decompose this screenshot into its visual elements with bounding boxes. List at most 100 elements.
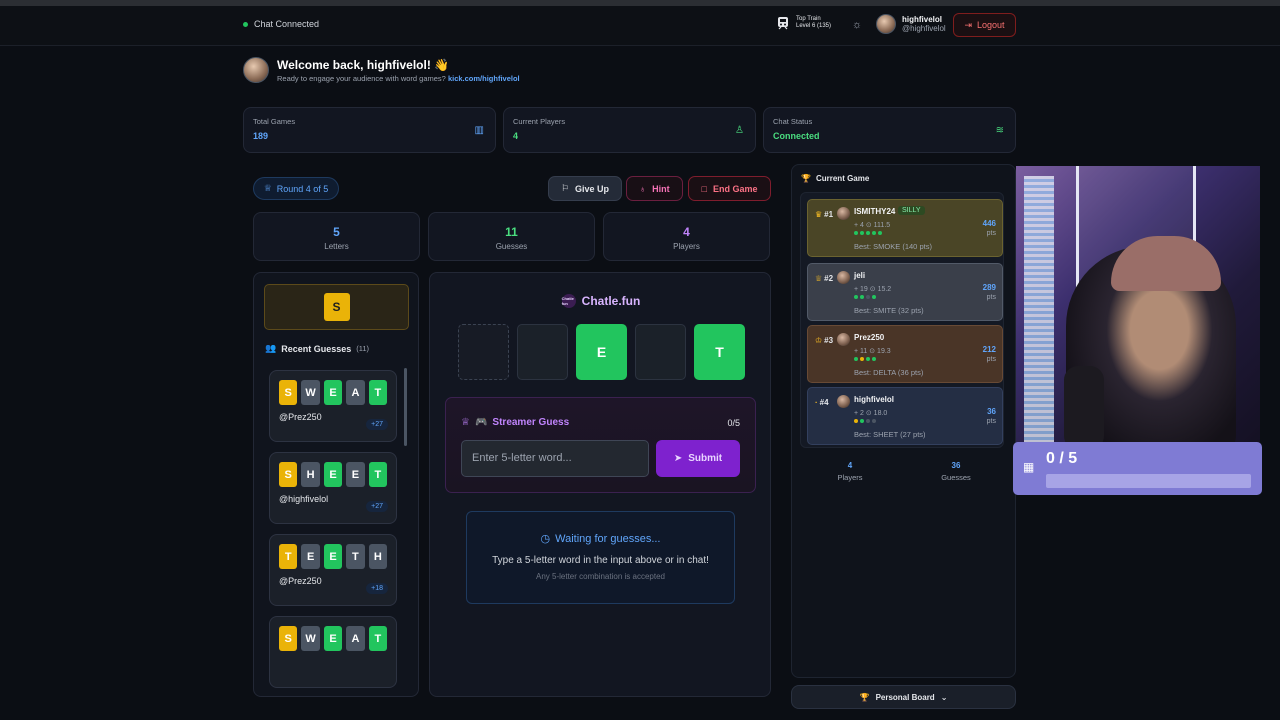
personal-board-toggle[interactable]: 🏆 Personal Board ⌄ (791, 685, 1016, 709)
progress-dot (872, 357, 876, 361)
hint-button[interactable]: ♁ Hint (626, 176, 683, 201)
avatar (837, 395, 850, 408)
recent-guesses-count: (11) (356, 344, 370, 353)
word-slots: E T (458, 324, 745, 380)
guess-tiles: TEETH (279, 544, 388, 569)
footer-guesses: 36 Guesses (906, 461, 1006, 482)
rank-label: #2 (824, 274, 834, 283)
guesses-value: 11 (505, 225, 518, 239)
personal-board-label: Personal Board (875, 692, 935, 702)
stat-value: Connected (773, 131, 820, 141)
goal-progress-bar (1046, 474, 1251, 488)
progress-dot (866, 357, 870, 361)
player-best-word: Best: SMOKE (140 pts) (854, 242, 932, 251)
streamer-guess-title: ♕ 🎮 Streamer Guess (461, 417, 569, 428)
rank-badge: · #4 (815, 398, 829, 407)
guess-points-badge: +27 (366, 419, 388, 430)
rank-badge: ♛ #1 (815, 210, 833, 219)
streamer-guess-count: 0/5 (727, 418, 740, 428)
guess-letter-tile: A (346, 626, 365, 651)
chat-connection-status: Chat Connected (243, 19, 319, 29)
users-icon: 👥 (265, 343, 277, 353)
gamepad-icon: 🎮 (474, 417, 488, 428)
stat-label: Current Players (513, 117, 566, 126)
end-game-label: End Game (712, 183, 758, 194)
leaderboard-row: ♛ #1 ISMITHY24 SILLY + 4 ⊙ 111.5 Best: SMOKE … (807, 199, 1003, 257)
welcome-subtitle: Ready to engage your audience with word … (277, 74, 520, 83)
stat-value: 4 (513, 131, 519, 141)
game-board-panel: Chatle fun Chatle.fun E T ♕ 🎮 Streamer G… (429, 272, 771, 697)
lightbulb-icon: ♁ (639, 183, 647, 194)
recent-guesses-list: S W E A T @Prez250 +27 S H E E T @highfivelol +27 T E E T… (269, 370, 399, 696)
guess-letter-tile: T (368, 626, 388, 651)
give-up-button[interactable]: ⚐ Give Up (548, 176, 622, 201)
status-dot-icon (243, 21, 248, 27)
letter-slot (517, 324, 568, 380)
logout-label: Logout (977, 20, 1005, 30)
logout-button[interactable]: ⇥ Logout (953, 13, 1016, 37)
progress-dot (860, 419, 864, 423)
waiting-box: ◷ Waiting for guesses... Type a 5-letter… (466, 511, 735, 604)
recent-guesses-scrollbar[interactable] (404, 368, 407, 446)
player-stats: + 4 ⊙ 111.5 (854, 222, 891, 229)
progress-dot (860, 231, 864, 235)
welcome-section: Welcome back, highfivelol! 👋 Ready to en… (243, 57, 520, 83)
stat-label: Total Games (253, 117, 296, 126)
train-title: Top Train (796, 16, 821, 22)
guess-input[interactable]: Enter 5-letter word... (461, 440, 649, 477)
goal-value: 0 / 5 (1046, 450, 1078, 467)
brand: Chatle fun Chatle.fun (430, 294, 772, 308)
letters-value: 5 (333, 225, 340, 239)
channel-link[interactable]: kick.com/highfivelol (448, 74, 520, 83)
webcam-feed (1016, 166, 1260, 450)
player-score: 446 pts (983, 219, 996, 239)
guess-tiles: SHEET (279, 462, 388, 487)
progress-dot (878, 231, 882, 235)
crown-icon: ♕ (263, 183, 272, 193)
player-name: highfivelol (854, 395, 894, 404)
top-train-badge[interactable]: Top Train Level 6 (135) (776, 16, 831, 30)
score-unit: pts (986, 294, 996, 301)
microphone (1064, 366, 1104, 450)
list-item: S H E E T @highfivelol +27 (269, 452, 397, 524)
hint-label: Hint (652, 183, 670, 194)
submit-button[interactable]: ➤ Submit (656, 440, 740, 477)
player-tag-badge: SILLY (898, 206, 925, 215)
leaderboard-row: ♔ #3 Prez250 + 11 ⊙ 19.3 Best: DELTA (36 pts… (807, 325, 1003, 383)
medal-icon: ♔ (815, 336, 823, 345)
player-score: 212 pts (983, 345, 996, 365)
guess-letter-tile: E (323, 462, 343, 487)
guess-letter-tile: T (368, 380, 388, 405)
revealed-hint-box: S (264, 284, 409, 330)
guess-letter-tile: T (346, 544, 365, 569)
stat-value: 189 (253, 131, 269, 141)
score-unit: pts (986, 230, 996, 237)
progress-dot (860, 295, 864, 299)
waiting-title-text: Waiting for guesses... (555, 532, 661, 545)
end-game-button[interactable]: □ End Game (688, 176, 771, 201)
guess-letter-tile: A (346, 380, 365, 405)
user-profile[interactable]: highfivelol @highfivelol (876, 14, 946, 34)
give-up-label: Give Up (575, 183, 610, 194)
current-game-header: 🏆 Current Game (801, 174, 869, 183)
player-progress-dots (854, 231, 882, 235)
clock-icon: ◷ (540, 533, 551, 545)
welcome-title: Welcome back, highfivelol! 👋 (277, 57, 450, 72)
player-score: 36 pts (987, 407, 996, 427)
score-value: 446 (982, 219, 996, 228)
stat-label: Chat Status (773, 117, 813, 126)
list-item: SWEAT (269, 616, 397, 688)
theme-toggle-sun-icon[interactable]: ☼ (852, 19, 862, 31)
progress-dot (854, 231, 858, 235)
leaderboard: ♛ #1 ISMITHY24 SILLY + 4 ⊙ 111.5 Best: SMOKE … (800, 192, 1004, 448)
chatle-logo-icon: Chatle fun (561, 294, 576, 308)
send-icon: ➤ (673, 453, 683, 464)
guess-letter-tile: T (279, 544, 298, 569)
guess-letter-tile: S (279, 380, 298, 405)
bar-chart-icon: ▥ (474, 125, 484, 136)
guess-tiles: SWEAT (279, 380, 388, 405)
rank-label: #4 (819, 398, 829, 407)
letters-stat: 5 Letters (253, 212, 420, 261)
recent-guesses-header: 👥 Recent Guesses (11) (265, 343, 369, 354)
gift-icon: ▦ (1023, 460, 1035, 474)
